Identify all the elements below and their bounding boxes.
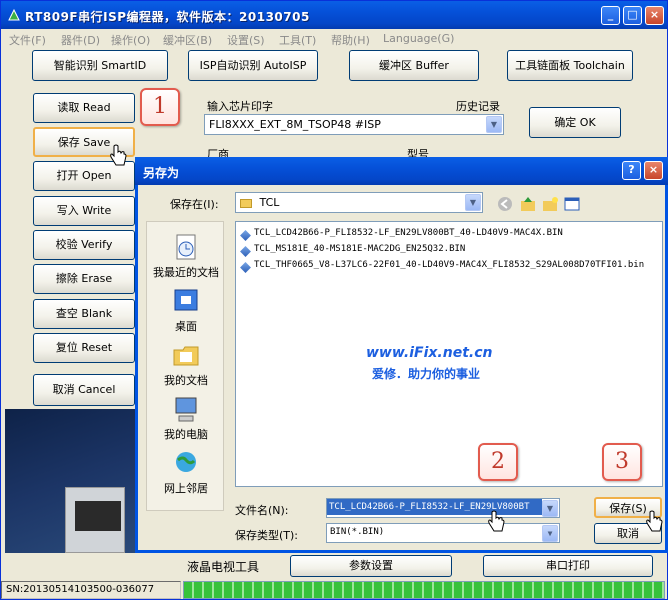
write-button[interactable]: 写入 Write bbox=[33, 196, 135, 226]
list-item[interactable]: TCL_THF0665_V8-L37LC6-22F01_40-LD40V9-MA… bbox=[240, 260, 644, 275]
progress-bar bbox=[183, 581, 665, 599]
bin-file-icon bbox=[240, 246, 251, 257]
filename-field[interactable]: TCL_LCD42B66-P_FLI8532-LF_EN29LV800BT ▼ bbox=[326, 498, 560, 518]
callout-2: 2 bbox=[478, 443, 518, 481]
up-folder-icon[interactable] bbox=[519, 195, 537, 213]
params-button[interactable]: 参数设置 bbox=[290, 555, 452, 577]
chip-value: FLI8XXX_EXT_8M_TSOP48 #ISP bbox=[209, 118, 381, 131]
lcd-tools-label[interactable]: 液晶电视工具 bbox=[187, 558, 259, 575]
desktop-icon bbox=[174, 289, 198, 311]
places-bar: 我最近的文档 桌面 我的文档 我的电脑 网上邻居 bbox=[146, 221, 224, 511]
hand-cursor-icon bbox=[488, 510, 505, 532]
history-label: 历史记录 bbox=[456, 100, 500, 113]
help-icon[interactable]: ? bbox=[622, 161, 641, 180]
autoisp-button[interactable]: ISP自动识别 AutoISP bbox=[188, 50, 318, 81]
buffer-button[interactable]: 缓冲区 Buffer bbox=[349, 50, 479, 81]
close-button[interactable]: × bbox=[645, 6, 664, 25]
cancel-button[interactable]: 取消 Cancel bbox=[33, 374, 135, 406]
save-in-combo[interactable]: TCL ▼ bbox=[235, 192, 483, 213]
save-in-value: TCL bbox=[259, 196, 280, 209]
app-icon bbox=[8, 8, 20, 21]
chip-input-label: 输入芯片印字 bbox=[207, 100, 273, 113]
maximize-button[interactable]: □ bbox=[623, 6, 642, 25]
callout-3: 3 bbox=[602, 443, 642, 481]
filetype-value: BIN(*.BIN) bbox=[330, 527, 385, 537]
filetype-label: 保存类型(T): bbox=[235, 529, 299, 542]
window-title: RT809F串行ISP编程器，软件版本：20130705 bbox=[25, 10, 310, 24]
place-my-documents[interactable]: 我的文档 bbox=[147, 338, 225, 390]
erase-button[interactable]: 擦除 Erase bbox=[33, 264, 135, 294]
my-documents-icon bbox=[173, 346, 199, 366]
menu-operation[interactable]: 操作(O) bbox=[111, 32, 150, 48]
menu-file[interactable]: 文件(F) bbox=[9, 32, 46, 48]
chevron-down-icon[interactable]: ▼ bbox=[486, 116, 502, 133]
list-item[interactable]: TCL_MS181E_40-MS181E-MAC2DG_EN25Q32.BIN bbox=[240, 244, 465, 259]
file-list[interactable]: TCL_LCD42B66-P_FLI8532-LF_EN29LV800BT_40… bbox=[235, 221, 663, 487]
menu-tools[interactable]: 工具(T) bbox=[279, 32, 316, 48]
hand-cursor-icon bbox=[646, 510, 663, 532]
blank-button[interactable]: 查空 Blank bbox=[33, 299, 135, 329]
recent-docs-icon bbox=[176, 234, 196, 260]
menu-device[interactable]: 器件(D) bbox=[61, 32, 100, 48]
back-icon[interactable] bbox=[496, 195, 514, 213]
place-recent[interactable]: 我最近的文档 bbox=[147, 230, 225, 282]
menu-language[interactable]: Language(G) bbox=[383, 32, 454, 45]
smartid-button[interactable]: 智能识别 SmartID bbox=[32, 50, 168, 81]
programmer-photo bbox=[5, 409, 137, 553]
reset-button[interactable]: 复位 Reset bbox=[33, 333, 135, 363]
place-my-computer[interactable]: 我的电脑 bbox=[147, 392, 225, 444]
chevron-down-icon[interactable]: ▼ bbox=[542, 525, 558, 542]
filename-label: 文件名(N): bbox=[235, 504, 289, 517]
serial-print-button[interactable]: 串口打印 bbox=[483, 555, 653, 577]
toolchain-button[interactable]: 工具链面板 Toolchain bbox=[507, 50, 633, 81]
my-computer-icon bbox=[175, 397, 197, 422]
bin-file-icon bbox=[240, 230, 251, 241]
place-network[interactable]: 网上邻居 bbox=[147, 446, 225, 498]
filename-value: TCL_LCD42B66-P_FLI8532-LF_EN29LV800BT bbox=[327, 499, 542, 515]
menu-buffer[interactable]: 缓冲区(B) bbox=[163, 32, 212, 48]
chip-combo[interactable]: FLI8XXX_EXT_8M_TSOP48 #ISP ▼ bbox=[204, 114, 504, 135]
save-in-label: 保存在(I): bbox=[170, 198, 219, 211]
filetype-combo[interactable]: BIN(*.BIN) ▼ bbox=[326, 523, 560, 543]
new-folder-icon[interactable] bbox=[541, 195, 559, 213]
status-serial: SN:20130514103500-036077 bbox=[1, 581, 181, 599]
list-item[interactable]: TCL_LCD42B66-P_FLI8532-LF_EN29LV800BT_40… bbox=[240, 228, 563, 243]
network-icon bbox=[176, 452, 196, 472]
dialog-close-button[interactable]: × bbox=[644, 161, 663, 180]
dialog-title-bar: 另存为 ? × bbox=[135, 157, 668, 185]
place-desktop[interactable]: 桌面 bbox=[147, 284, 225, 336]
dialog-title: 另存为 bbox=[143, 166, 180, 180]
bin-file-icon bbox=[240, 262, 251, 273]
title-bar: RT809F串行ISP编程器，软件版本：20130705 _ □ × bbox=[1, 1, 667, 29]
watermark-slogan: 爱修．助力你的事业 bbox=[372, 367, 481, 381]
chip-socket-shape bbox=[75, 501, 121, 531]
save-as-dialog: 另存为 ? × 保存在(I): TCL ▼ 我最近的文档 桌面 我的文档 我的电… bbox=[135, 157, 668, 553]
menu-settings[interactable]: 设置(S) bbox=[227, 32, 265, 48]
watermark-url: www.iFix.net.cn bbox=[366, 345, 493, 361]
hand-cursor-icon bbox=[110, 144, 127, 166]
minimize-button[interactable]: _ bbox=[601, 6, 620, 25]
callout-1: 1 bbox=[140, 88, 180, 126]
view-menu-icon[interactable] bbox=[563, 195, 581, 213]
folder-icon bbox=[240, 198, 252, 208]
read-button[interactable]: 读取 Read bbox=[33, 93, 135, 123]
ok-button[interactable]: 确定 OK bbox=[529, 107, 621, 138]
menu-bar: 文件(F) 器件(D) 操作(O) 缓冲区(B) 设置(S) 工具(T) 帮助(… bbox=[3, 29, 665, 49]
chevron-down-icon[interactable]: ▼ bbox=[542, 500, 558, 517]
verify-button[interactable]: 校验 Verify bbox=[33, 230, 135, 260]
menu-help[interactable]: 帮助(H) bbox=[331, 32, 370, 48]
chevron-down-icon[interactable]: ▼ bbox=[465, 194, 481, 211]
